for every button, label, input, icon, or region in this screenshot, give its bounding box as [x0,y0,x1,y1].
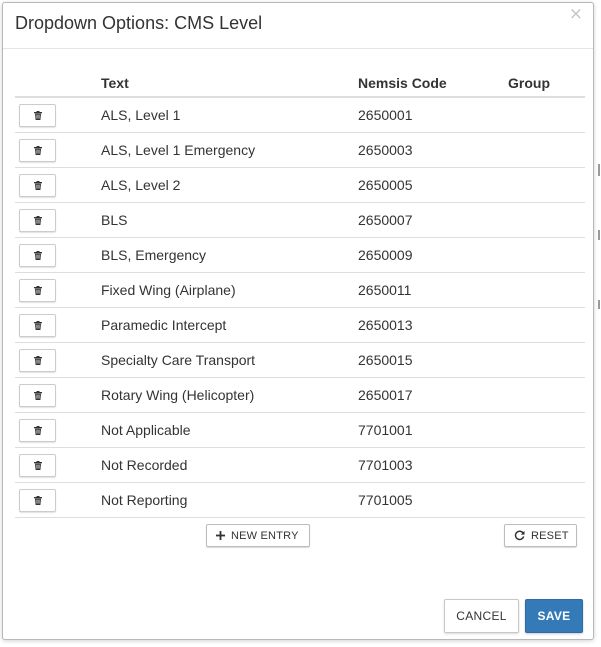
option-nemsis-code: 2650011 [358,282,412,298]
delete-row-button[interactable] [19,208,56,232]
dialog-header: Dropdown Options: CMS Level [3,3,593,49]
table-row: Not Recorded 7701003 [15,448,585,483]
table-row: ALS, Level 1 2650001 [15,98,585,133]
dropdown-options-dialog: × Dropdown Options: CMS Level Text Nemsi… [2,2,594,640]
background-edge-mark [598,164,600,176]
option-nemsis-code: 2650009 [358,247,413,263]
table-row: Not Reporting 7701005 [15,483,585,518]
option-text: Fixed Wing (Airplane) [101,282,236,298]
dialog-title: Dropdown Options: CMS Level [15,13,263,33]
header-nemsis-code: Nemsis Code [358,74,447,91]
option-text: BLS, Emergency [101,247,207,263]
reset-label: RESET [531,529,569,542]
table-row: Rotary Wing (Helicopter) 2650017 [15,378,585,413]
option-nemsis-code: 2650001 [358,107,413,123]
delete-cell [15,208,101,232]
trash-icon [33,177,42,193]
delete-row-button[interactable] [19,418,56,442]
option-nemsis-code: 7701003 [358,457,413,473]
header-text: Text [101,74,129,91]
option-text: Paramedic Intercept [101,317,227,333]
new-entry-button[interactable]: NEW ENTRY [206,524,310,547]
option-text: ALS, Level 2 [101,177,181,193]
trash-icon [33,317,42,333]
table-row: Fixed Wing (Airplane) 2650011 [15,273,585,308]
option-nemsis-code: 2650017 [358,387,413,403]
delete-cell [15,173,101,197]
table-actions: NEW ENTRY RESET [15,518,585,558]
dialog-footer: CANCEL SAVE [444,599,583,633]
table-row: BLS, Emergency 2650009 [15,238,585,273]
delete-cell [15,453,101,477]
trash-icon [33,107,42,123]
table-header: Text Nemsis Code Group [15,69,585,98]
trash-icon [33,212,42,228]
new-entry-label: NEW ENTRY [231,529,299,542]
option-nemsis-code: 7701005 [358,492,413,508]
delete-cell [15,383,101,407]
table-row: Not Applicable 7701001 [15,413,585,448]
option-text: Not Applicable [101,422,191,438]
delete-cell [15,313,101,337]
trash-icon [33,492,42,508]
option-nemsis-code: 2650003 [358,142,413,158]
save-button[interactable]: SAVE [525,599,583,633]
reset-button[interactable]: RESET [504,524,577,547]
delete-row-button[interactable] [19,313,56,337]
delete-cell [15,348,101,372]
option-nemsis-code: 2650007 [358,212,413,228]
option-text: Specialty Care Transport [101,352,256,368]
background-edge-mark [598,230,600,240]
table-row: ALS, Level 1 Emergency 2650003 [15,133,585,168]
trash-icon [33,387,42,403]
trash-icon [33,457,42,473]
option-nemsis-code: 2650005 [358,177,413,193]
delete-cell [15,138,101,162]
delete-cell [15,418,101,442]
option-nemsis-code: 2650015 [358,352,413,368]
options-table: Text Nemsis Code Group ALS, Level 1 26500… [15,69,585,558]
option-text: ALS, Level 1 Emergency [101,142,256,158]
option-text: Not Reporting [101,492,188,508]
option-text: BLS [101,212,128,228]
delete-row-button[interactable] [19,138,56,162]
plus-icon [216,531,225,540]
cancel-button[interactable]: CANCEL [444,599,519,633]
table-row: Specialty Care Transport 2650015 [15,343,585,378]
delete-cell [15,243,101,267]
delete-row-button[interactable] [19,453,56,477]
delete-row-button[interactable] [19,103,56,127]
table-body: ALS, Level 1 2650001 ALS, Level 1 Emergenc… [15,98,585,518]
option-nemsis-code: 7701001 [358,422,413,438]
option-text: Not Recorded [101,457,188,473]
option-text: Rotary Wing (Helicopter) [101,387,255,403]
delete-cell [15,488,101,512]
trash-icon [33,422,42,438]
delete-row-button[interactable] [19,488,56,512]
delete-row-button[interactable] [19,383,56,407]
trash-icon [33,352,42,368]
delete-cell [15,278,101,302]
option-nemsis-code: 2650013 [358,317,413,333]
table-row: ALS, Level 2 2650005 [15,168,585,203]
table-row: Paramedic Intercept 2650013 [15,308,585,343]
close-icon[interactable]: × [569,6,583,23]
option-text: ALS, Level 1 [101,107,181,123]
trash-icon [33,142,42,158]
delete-row-button[interactable] [19,278,56,302]
header-group: Group [508,74,550,91]
background-edge-mark [598,300,600,309]
trash-icon [33,247,42,263]
delete-row-button[interactable] [19,173,56,197]
refresh-icon [514,530,525,541]
trash-icon [33,282,42,298]
table-row: BLS 2650007 [15,203,585,238]
delete-cell [15,103,101,127]
delete-row-button[interactable] [19,348,56,372]
delete-row-button[interactable] [19,243,56,267]
